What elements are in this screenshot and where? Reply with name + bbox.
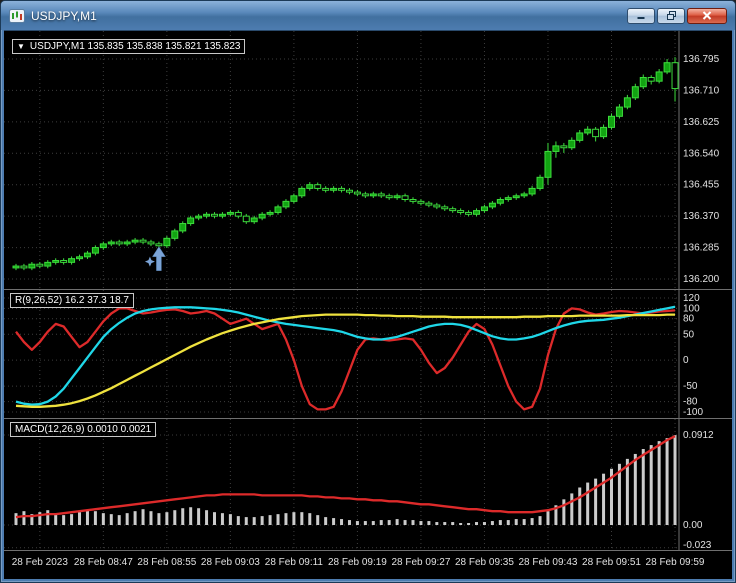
horizontal-gridlines xyxy=(4,434,679,549)
oscillator-label-box: R(9,26,52) 16.2 37.3 18.7 xyxy=(10,293,134,308)
oscillator-label: R(9,26,52) 16.2 37.3 18.7 xyxy=(15,295,129,306)
scale-label: 0.0912 xyxy=(683,430,714,441)
scale-label: -80 xyxy=(683,397,698,408)
scale-label: 136.540 xyxy=(683,148,720,159)
restore-button[interactable] xyxy=(657,7,685,24)
time-axis[interactable]: 28 Feb 2023 28 Feb 08:47 28 Feb 08:55 28 Fe… xyxy=(4,551,732,579)
scale-labels[interactable]: 136.795 136.710 136.625 136.540 136.455 136.3… xyxy=(683,54,720,285)
window-title: USDJPY,M1 xyxy=(31,8,97,23)
candles xyxy=(12,57,679,271)
terminal-window: USDJPY,M1 136.795 136.710 136.625 136.540 13… xyxy=(0,0,736,583)
symbol-ohlc-label: USDJPY,M1 135.835 135.838 135.821 135.82… xyxy=(29,41,241,52)
scale-label: 120 xyxy=(683,293,700,304)
symbol-ohlc-box: ▼ USDJPY,M1 135.835 135.838 135.821 135.… xyxy=(12,39,246,54)
scale-label: 136.370 xyxy=(683,211,720,222)
buy-arrow-annotation[interactable] xyxy=(144,246,166,271)
close-icon xyxy=(702,11,712,20)
macd-panel[interactable]: 0.0912 0.00 -0.023 MACD(12,26,9) 0.0010 0.… xyxy=(4,419,732,550)
macd-label: MACD(12,26,9) 0.0010 0.0021 xyxy=(15,424,152,435)
chart-icon xyxy=(9,8,25,23)
vertical-gridlines xyxy=(39,31,676,289)
macd-label-box: MACD(12,26,9) 0.0010 0.0021 xyxy=(10,422,157,437)
scale-label: -0.023 xyxy=(683,540,712,550)
scale-label: -100 xyxy=(683,407,703,418)
scale-label: 136.455 xyxy=(683,180,720,191)
scale-label: 0.00 xyxy=(683,520,703,531)
scale-labels[interactable]: 12010080 50 0 -50 -80-100 xyxy=(683,293,703,418)
window-titlebar[interactable]: USDJPY,M1 xyxy=(1,1,735,30)
indicator-mid-line xyxy=(15,305,676,406)
price-chart-panel[interactable]: 136.795 136.710 136.625 136.540 136.455 136.3… xyxy=(4,31,732,289)
minimize-icon xyxy=(637,17,645,19)
oscillator-canvas[interactable]: 12010080 50 0 -50 -80-100 xyxy=(4,290,732,418)
price-chart-canvas[interactable]: 136.795 136.710 136.625 136.540 136.455 136.3… xyxy=(4,31,732,289)
scale-labels[interactable]: 0.0912 0.00 -0.023 xyxy=(683,430,714,550)
scale-label: 136.795 xyxy=(683,54,720,65)
macd-canvas[interactable]: 0.0912 0.00 -0.023 xyxy=(4,419,732,550)
scale-label: 0 xyxy=(683,355,689,366)
restore-icon xyxy=(666,11,676,20)
time-axis-label: 28 Feb 09:59 xyxy=(645,557,705,568)
minimize-button[interactable] xyxy=(627,7,655,24)
scale-label: -50 xyxy=(683,381,698,392)
indicator-slow-line xyxy=(15,313,676,408)
chart-area: 136.795 136.710 136.625 136.540 136.455 136.3… xyxy=(4,30,732,579)
macd-signal-line xyxy=(15,435,676,519)
macd-histogram xyxy=(14,435,677,525)
scale-label: 50 xyxy=(683,329,695,340)
scale-label: 136.200 xyxy=(683,274,720,285)
window-controls xyxy=(627,7,727,24)
scale-label: 100 xyxy=(683,303,700,314)
scale-label: 136.285 xyxy=(683,243,720,254)
scale-label: 136.710 xyxy=(683,85,720,96)
symbol-dropdown-icon[interactable]: ▼ xyxy=(17,40,25,53)
vertical-gridlines xyxy=(39,419,676,550)
close-button[interactable] xyxy=(687,7,727,24)
scale-label: 136.625 xyxy=(683,117,720,128)
scale-label: 80 xyxy=(683,314,695,325)
oscillator-panel[interactable]: 120 100 80 50 0 -50 -80 -100 R(9,26,52) 16.2 37… xyxy=(4,290,732,418)
